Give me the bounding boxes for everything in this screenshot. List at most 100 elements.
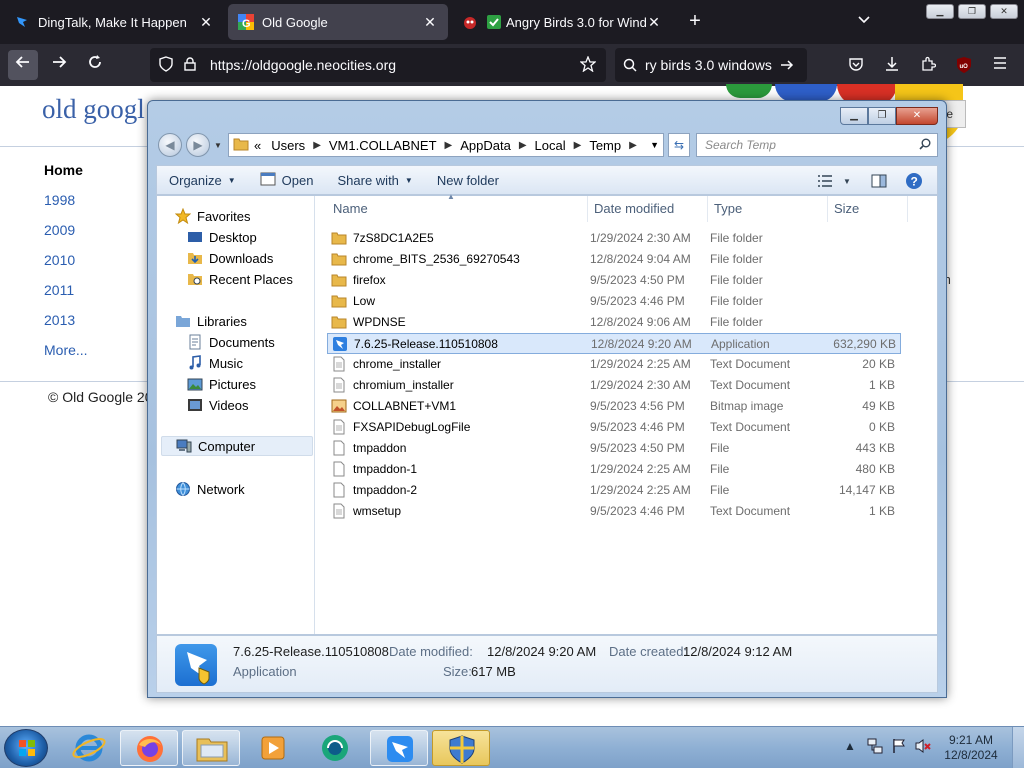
file-row[interactable]: WPDNSE 12/8/2024 9:06 AM File folder <box>327 312 901 333</box>
column-date-modified[interactable]: Date modified <box>594 201 674 216</box>
taskbar-internet-explorer[interactable] <box>60 730 118 766</box>
minimize-button[interactable]: ▁ <box>926 4 954 19</box>
ublock-icon[interactable]: uO <box>954 56 974 76</box>
explorer-restore-button[interactable]: ❐ <box>868 107 896 125</box>
file-name[interactable]: firefox <box>331 272 386 288</box>
file-row[interactable]: chrome_installer 1/29/2024 2:25 AM Text Do… <box>327 354 901 375</box>
breadcrumb-separator-icon[interactable]: ▶ <box>516 140 530 151</box>
nav-downloads[interactable]: Downloads <box>187 248 273 268</box>
help-button[interactable]: ? <box>905 168 923 194</box>
file-row[interactable]: chromium_installer 1/29/2024 2:30 AM Text … <box>327 375 901 396</box>
breadcrumb-separator-icon[interactable]: ▶ <box>571 140 585 151</box>
file-name[interactable]: Low <box>331 293 375 309</box>
file-row[interactable]: tmpaddon-2 1/29/2024 2:25 AM File 14,147 KB <box>327 480 901 501</box>
new-tab-button[interactable]: + <box>684 10 706 32</box>
nav-documents[interactable]: Documents <box>187 332 275 352</box>
nav-recent-places[interactable]: Recent Places <box>187 269 293 289</box>
close-button[interactable]: ✕ <box>990 4 1018 19</box>
nav-1998[interactable]: 1998 <box>44 192 88 222</box>
lock-icon[interactable] <box>178 56 202 74</box>
explorer-back-button[interactable]: ◀ <box>158 133 182 157</box>
reload-button[interactable] <box>80 50 110 80</box>
file-name[interactable]: tmpaddon-2 <box>331 482 417 498</box>
file-row[interactable]: Low 9/5/2023 4:46 PM File folder <box>327 291 901 312</box>
file-row[interactable]: tmpaddon 9/5/2023 4:50 PM File 443 KB <box>327 438 901 459</box>
breadcrumb-temp[interactable]: Temp <box>584 138 626 153</box>
pocket-icon[interactable] <box>846 56 866 76</box>
nav-home[interactable]: Home <box>44 162 88 192</box>
taskbar-firefox[interactable] <box>120 730 178 766</box>
taskbar-explorer[interactable] <box>182 730 240 766</box>
tab-old-google[interactable]: G Old Google ✕ <box>228 4 448 40</box>
file-row[interactable]: firefox 9/5/2023 4:50 PM File folder <box>327 270 901 291</box>
change-view-button[interactable]: ▼ <box>817 168 851 194</box>
file-name[interactable]: chromium_installer <box>331 377 454 393</box>
old-google-logo[interactable]: old googl <box>42 94 145 125</box>
file-name[interactable]: chrome_installer <box>331 356 441 372</box>
url-text[interactable]: https://oldgoogle.neocities.org <box>210 57 396 73</box>
file-row[interactable]: COLLABNET+VM1 9/5/2023 4:56 PM Bitmap imag… <box>327 396 901 417</box>
start-button[interactable] <box>4 729 48 767</box>
extensions-icon[interactable] <box>918 56 938 76</box>
file-name[interactable]: COLLABNET+VM1 <box>331 398 456 414</box>
bookmark-star-icon[interactable] <box>576 54 600 75</box>
volume-muted-icon[interactable] <box>914 737 932 758</box>
show-hidden-icons-button[interactable]: ▲ <box>844 739 856 753</box>
breadcrumb-separator-icon[interactable]: ▶ <box>442 140 456 151</box>
nav-2011[interactable]: 2011 <box>44 282 88 312</box>
file-name[interactable]: chrome_BITS_2536_69270543 <box>331 251 520 267</box>
download-icon[interactable] <box>882 56 902 76</box>
nav-pictures[interactable]: Pictures <box>187 374 256 394</box>
breadcrumb-separator-icon[interactable]: ▶ <box>626 140 640 151</box>
search-icon[interactable] <box>919 138 931 153</box>
search-bar[interactable]: ry birds 3.0 windows <box>615 48 807 82</box>
file-row[interactable]: chrome_BITS_2536_69270543 12/8/2024 9:04 … <box>327 249 901 270</box>
explorer-minimize-button[interactable]: ▁ <box>840 107 868 125</box>
tab-close-icon[interactable]: ✕ <box>198 14 214 31</box>
column-size[interactable]: Size <box>834 201 859 216</box>
file-name[interactable]: tmpaddon-1 <box>331 461 417 477</box>
view-dropdown-icon[interactable]: ▼ <box>843 177 851 186</box>
file-name[interactable]: 7.6.25-Release.110510808 <box>332 336 498 352</box>
taskbar-uac-prompt[interactable] <box>432 730 490 766</box>
tab-close-icon[interactable]: ✕ <box>646 14 662 31</box>
nav-desktop[interactable]: Desktop <box>187 227 257 247</box>
breadcrumb-appdata[interactable]: AppData <box>455 138 516 153</box>
file-row-selected[interactable]: 7.6.25-Release.110510808 12/8/2024 9:20 A… <box>327 333 901 354</box>
nav-music[interactable]: Music <box>187 353 243 373</box>
taskbar-media-player[interactable] <box>244 730 302 766</box>
file-name[interactable]: FXSAPIDebugLogFile <box>331 419 470 435</box>
address-dropdown-icon[interactable]: ▼ <box>650 140 659 150</box>
recent-pages-dropdown[interactable]: ▼ <box>214 141 222 150</box>
breadcrumb-overflow[interactable]: « <box>249 138 266 153</box>
list-all-tabs-button[interactable] <box>854 12 874 32</box>
address-bar[interactable]: « Users ▶ VM1.COLLABNET ▶ AppData ▶ Local ▶ … <box>228 133 664 157</box>
file-row[interactable]: FXSAPIDebugLogFile 9/5/2023 4:46 PM Text D… <box>327 417 901 438</box>
action-center-flag-icon[interactable] <box>890 737 908 758</box>
file-row[interactable]: tmpaddon-1 1/29/2024 2:25 AM File 480 KB <box>327 459 901 480</box>
show-desktop-button[interactable] <box>1012 727 1024 768</box>
search-text[interactable]: ry birds 3.0 windows <box>645 57 772 73</box>
breadcrumb-separator-icon[interactable]: ▶ <box>310 140 324 151</box>
file-name[interactable]: 7zS8DC1A2E5 <box>331 230 434 246</box>
preview-pane-button[interactable] <box>871 168 887 194</box>
nav-more[interactable]: More... <box>44 342 88 372</box>
nav-favorites[interactable]: Favorites <box>174 206 250 226</box>
column-type[interactable]: Type <box>714 201 742 216</box>
column-name[interactable]: Name <box>333 201 368 216</box>
file-name[interactable]: WPDNSE <box>331 314 406 330</box>
nav-libraries[interactable]: Libraries <box>175 311 247 331</box>
breadcrumb-users[interactable]: Users <box>266 138 310 153</box>
tab-angry-birds[interactable]: Angry Birds 3.0 for Windows ✕ <box>452 4 672 40</box>
organize-button[interactable]: Organize ▼ <box>157 167 248 193</box>
column-divider[interactable] <box>587 196 588 222</box>
nav-2013[interactable]: 2013 <box>44 312 88 342</box>
network-tray-icon[interactable] <box>866 737 884 758</box>
breadcrumb-vm1[interactable]: VM1.COLLABNET <box>324 138 442 153</box>
column-divider[interactable] <box>907 196 908 222</box>
new-folder-button[interactable]: New folder <box>425 167 511 193</box>
search-temp-input[interactable]: Search Temp <box>696 133 938 157</box>
column-divider[interactable] <box>707 196 708 222</box>
refresh-button[interactable]: ⇆ <box>668 133 690 157</box>
open-button[interactable]: Open <box>248 167 326 193</box>
